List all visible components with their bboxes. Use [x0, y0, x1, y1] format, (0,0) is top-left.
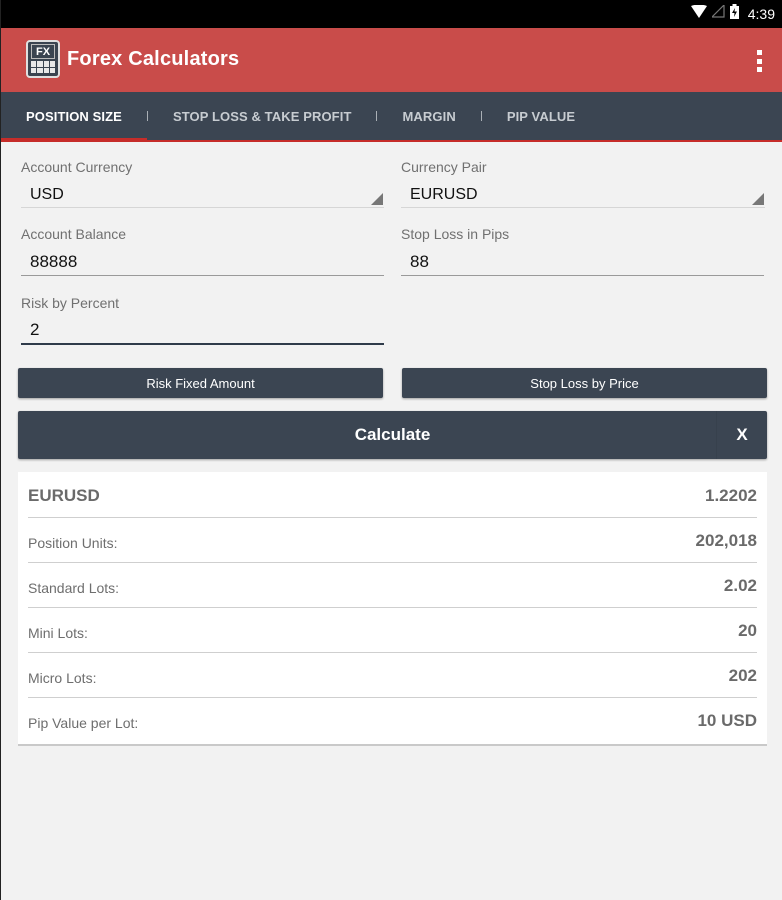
- clear-button[interactable]: X: [716, 411, 767, 459]
- result-value: 202,018: [695, 531, 757, 550]
- result-value: 2.02: [723, 576, 757, 595]
- currency-pair-value: EURUSD: [410, 186, 478, 203]
- wifi-icon: [690, 4, 707, 23]
- tab-bar: POSITION SIZE STOP LOSS & TAKE PROFIT MA…: [1, 92, 782, 142]
- account-currency-value: USD: [30, 186, 64, 203]
- result-rate: 1.2202: [705, 486, 757, 505]
- tab-pip-value[interactable]: PIP VALUE: [482, 92, 600, 140]
- result-value: 10 USD: [697, 711, 757, 730]
- tab-stop-loss-take-profit[interactable]: STOP LOSS & TAKE PROFIT: [148, 92, 377, 140]
- battery-charging-icon: [729, 4, 739, 24]
- risk-percent-input[interactable]: [21, 317, 384, 345]
- result-pair: EURUSD: [28, 486, 100, 505]
- result-label: Pip Value per Lot:: [28, 715, 139, 731]
- risk-percent-field: Risk by Percent: [21, 295, 384, 345]
- dropdown-arrow-icon: [371, 193, 383, 205]
- tab-position-size[interactable]: POSITION SIZE: [1, 92, 147, 142]
- calculate-bar: Calculate X: [18, 411, 767, 459]
- result-label: Position Units:: [28, 535, 118, 551]
- calculate-button[interactable]: Calculate: [355, 425, 431, 445]
- stop-loss-pips-input[interactable]: [401, 248, 764, 276]
- result-row: Micro Lots: 202: [28, 652, 757, 698]
- stop-loss-pips-label: Stop Loss in Pips: [401, 226, 510, 242]
- account-balance-label: Account Balance: [21, 226, 127, 242]
- results-card: EURUSD 1.2202 Position Units: 202,018 St…: [18, 472, 767, 746]
- result-row: Position Units: 202,018: [28, 517, 757, 563]
- account-currency-select[interactable]: USD: [21, 181, 384, 208]
- result-label: Mini Lots:: [28, 625, 88, 641]
- result-row: Pip Value per Lot: 10 USD: [28, 697, 757, 742]
- status-bar: 4:39: [1, 0, 782, 28]
- app-bar: FX Forex Calculators: [1, 28, 782, 92]
- calculator-icon: FX: [26, 40, 60, 78]
- currency-pair-select[interactable]: EURUSD: [401, 181, 765, 208]
- status-time: 4:39: [747, 6, 775, 22]
- tab-margin[interactable]: MARGIN: [377, 92, 480, 140]
- account-balance-field: Account Balance: [21, 226, 384, 276]
- result-label: Standard Lots:: [28, 580, 120, 596]
- result-row: Standard Lots: 2.02: [28, 562, 757, 608]
- result-header-row: EURUSD 1.2202: [28, 472, 757, 518]
- risk-fixed-amount-button[interactable]: Risk Fixed Amount: [18, 368, 383, 398]
- currency-pair-label: Currency Pair: [401, 159, 487, 175]
- account-currency-field: Account Currency USD: [21, 159, 384, 208]
- risk-percent-label: Risk by Percent: [21, 295, 120, 311]
- currency-pair-field: Currency Pair EURUSD: [401, 159, 765, 208]
- result-value: 20: [738, 621, 757, 640]
- app-icon-text: FX: [31, 44, 55, 59]
- result-row: Mini Lots: 20: [28, 607, 757, 653]
- account-currency-label: Account Currency: [21, 159, 133, 175]
- result-value: 202: [728, 666, 757, 685]
- status-icons: 4:39: [690, 0, 775, 28]
- overflow-menu-icon[interactable]: [755, 50, 763, 72]
- signal-icon: [710, 3, 725, 23]
- stop-loss-pips-field: Stop Loss in Pips: [401, 226, 764, 276]
- account-balance-input[interactable]: [21, 248, 384, 276]
- stop-loss-by-price-button[interactable]: Stop Loss by Price: [402, 368, 767, 398]
- result-label: Micro Lots:: [28, 670, 97, 686]
- dropdown-arrow-icon: [752, 193, 764, 205]
- app-title: Forex Calculators: [67, 48, 240, 70]
